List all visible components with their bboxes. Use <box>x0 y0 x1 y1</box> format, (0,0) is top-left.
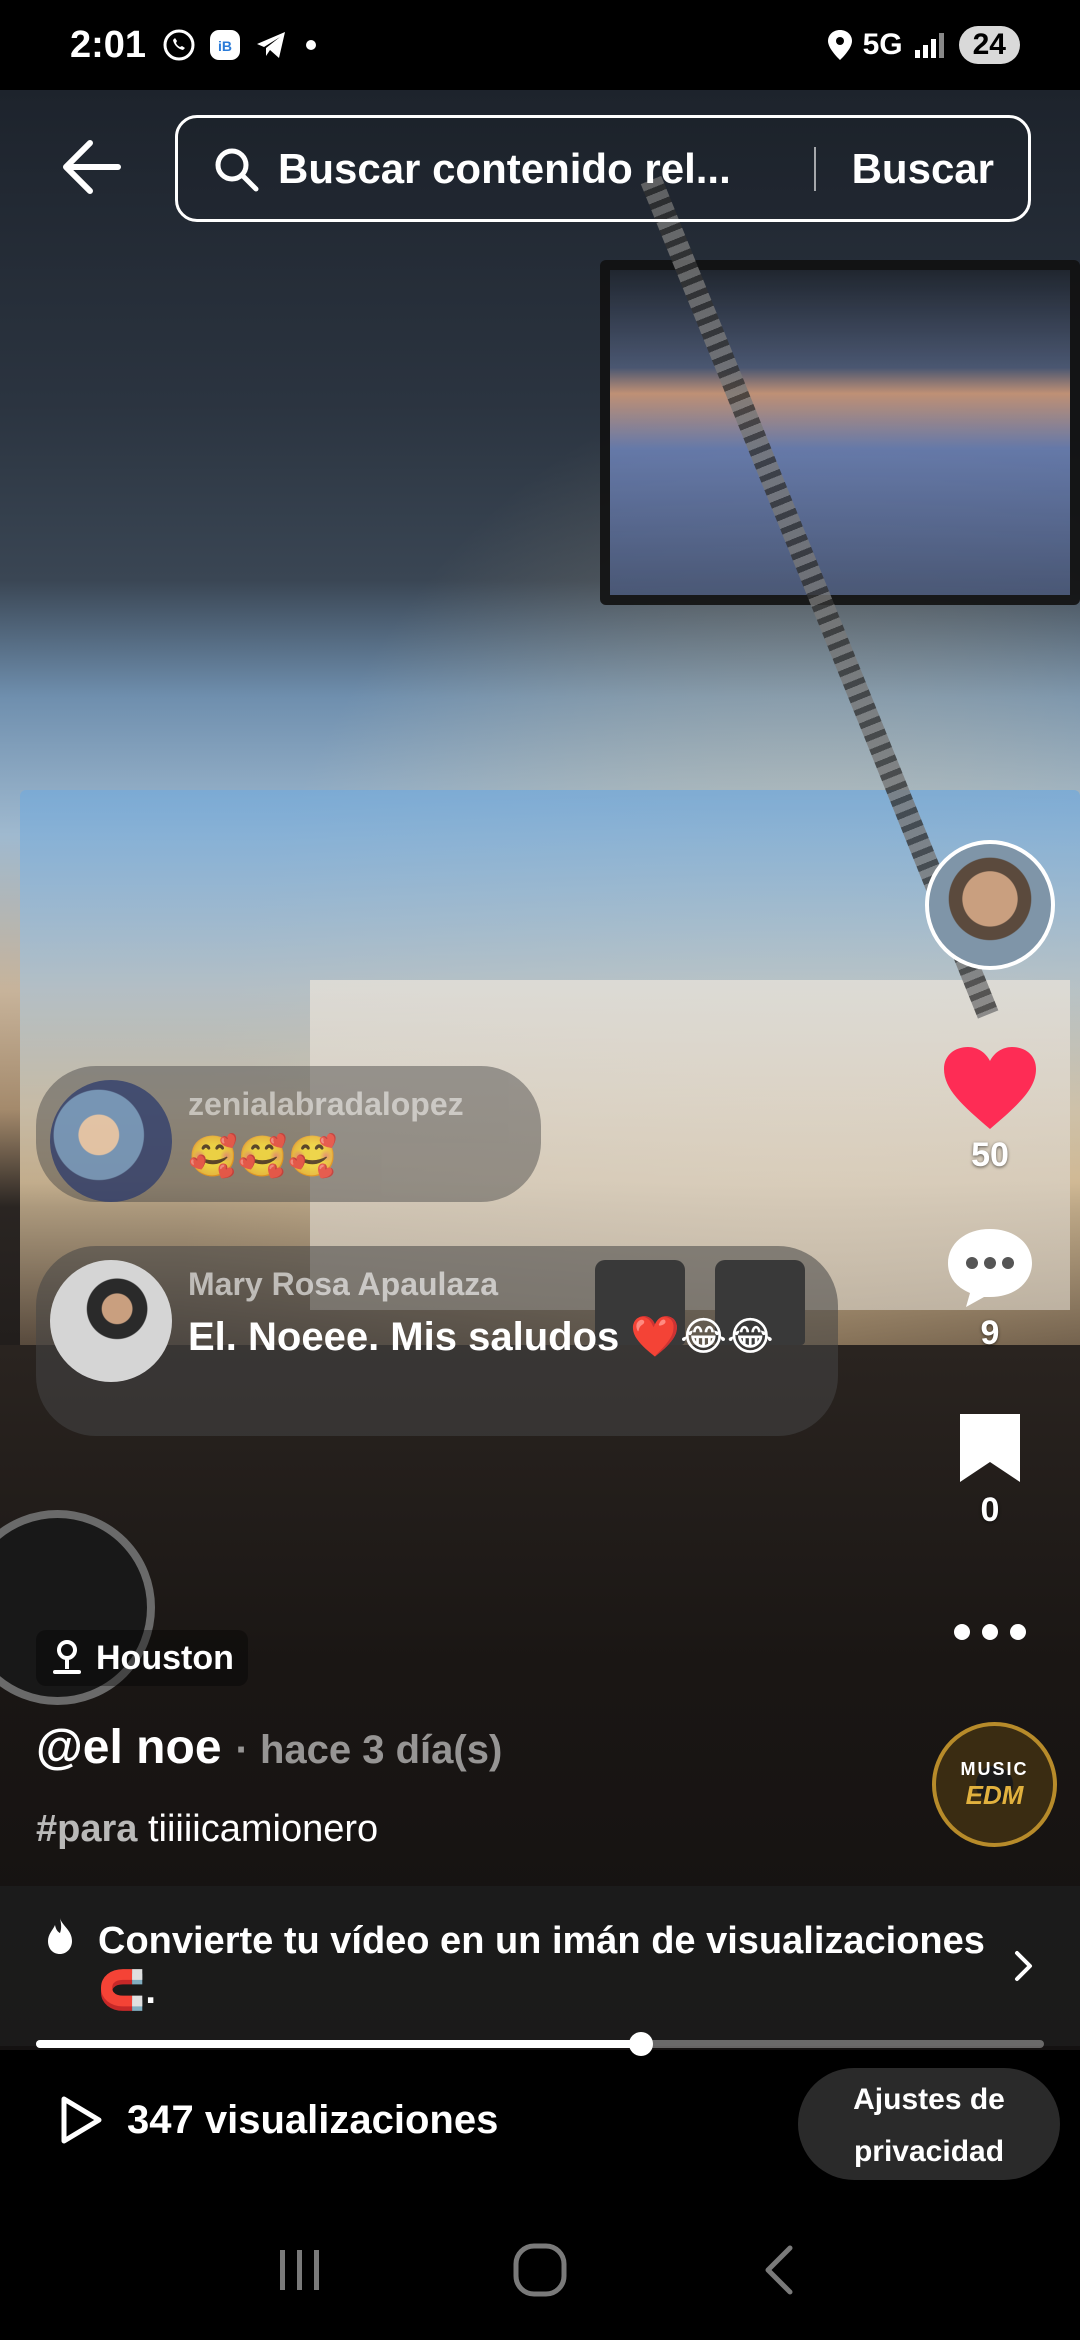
telegram-icon <box>254 28 288 62</box>
back-chevron-icon <box>765 2245 793 2295</box>
author-name[interactable]: @el noe <box>36 1720 222 1775</box>
comment-bubble[interactable]: zenialabradalopez 🥰🥰🥰 <box>36 1066 541 1202</box>
progress-fill <box>36 2040 641 2048</box>
search-icon <box>215 148 259 191</box>
battery-level: 24 <box>958 26 1020 64</box>
caption-text: tiiiiicamionero <box>137 1808 379 1850</box>
whatsapp-icon <box>162 28 196 62</box>
save-count: 0 <box>980 1491 1000 1529</box>
comment-icon <box>948 1229 1032 1307</box>
promo-banner[interactable]: Convierte tu vídeo en un imán de visuali… <box>0 1886 1080 2046</box>
creator-avatar[interactable] <box>925 840 1055 970</box>
commenter-avatar <box>50 1260 172 1382</box>
search-divider <box>813 146 816 191</box>
progress-handle[interactable] <box>628 2032 653 2056</box>
home-icon <box>513 2243 567 2297</box>
comment-bubble[interactable]: Mary Rosa Apaulaza El. Noeee. Mis saludo… <box>36 1246 838 1436</box>
recents-icon <box>280 2250 319 2290</box>
commenter-avatar <box>50 1080 172 1202</box>
views-counter: 347 visualizaciones <box>55 2095 498 2145</box>
heart-icon <box>944 1047 1036 1129</box>
system-icons: 5G 24 <box>827 26 1020 64</box>
comment-count: 9 <box>980 1314 1000 1352</box>
music-disc[interactable]: MUSIC EDM <box>932 1722 1057 1847</box>
play-icon <box>61 2096 102 2144</box>
more-notifications-dot <box>306 40 317 50</box>
app-badge-icon: iB <box>208 28 242 62</box>
music-label-top: MUSIC <box>960 1758 1029 1779</box>
post-time: · hace 3 día(s) <box>235 1728 503 1772</box>
camera-monitor <box>600 260 1080 605</box>
network-type: 5G <box>862 28 903 61</box>
back-arrow-icon <box>63 140 121 194</box>
commenter-name: zenialabradalopez <box>188 1086 464 1122</box>
hashtag[interactable]: #para <box>36 1808 137 1850</box>
location-icon <box>827 30 852 60</box>
search-input[interactable]: Buscar contenido rel... <box>278 145 794 193</box>
comment-button[interactable]: 9 <box>920 1225 1060 1353</box>
svg-text:iB: iB <box>218 38 232 54</box>
system-back-button[interactable] <box>745 2235 815 2305</box>
comment-text: El. Noeee. Mis saludos ❤️😂😂 <box>188 1315 774 1359</box>
location-name: Houston <box>96 1638 234 1677</box>
save-button[interactable]: 0 <box>920 1410 1060 1530</box>
music-label-bottom: EDM <box>965 1779 1024 1810</box>
flame-icon <box>48 1918 72 1954</box>
search-button[interactable]: Buscar <box>852 145 994 193</box>
privacy-settings-button[interactable]: Ajustes de privacidad <box>798 2068 1060 2180</box>
signal-icon <box>914 33 944 58</box>
notification-icons: iB <box>162 28 317 62</box>
like-count: 50 <box>971 1136 1009 1174</box>
recents-button[interactable] <box>265 2235 335 2305</box>
location-tag[interactable]: Houston <box>36 1630 248 1686</box>
status-time: 2:01 <box>70 23 147 66</box>
chevron-right-icon <box>1015 1951 1032 1981</box>
more-dots-icon <box>954 1624 1026 1640</box>
author-row: @el noe · hace 3 día(s) <box>36 1720 502 1775</box>
like-button[interactable]: 50 <box>920 1045 1060 1175</box>
system-nav-bar <box>0 2200 1080 2340</box>
back-button[interactable] <box>60 135 124 199</box>
home-button[interactable] <box>505 2235 575 2305</box>
video-progress-bar[interactable] <box>36 2032 1044 2056</box>
more-options-button[interactable] <box>920 1620 1060 1649</box>
comment-text: 🥰🥰🥰 <box>188 1135 338 1179</box>
commenter-name: Mary Rosa Apaulaza <box>188 1266 499 1302</box>
promo-text: Convierte tu vídeo en un imán de visuali… <box>98 1920 985 2012</box>
location-pin-icon <box>53 1640 81 1674</box>
caption: #para tiiiiicamionero <box>36 1808 378 1851</box>
search-bar[interactable]: Buscar contenido rel... Buscar <box>175 115 1031 222</box>
bookmark-icon <box>960 1414 1020 1482</box>
views-text: 347 visualizaciones <box>127 2097 499 2142</box>
status-bar: 2:01 iB 5G 24 <box>0 0 1080 90</box>
